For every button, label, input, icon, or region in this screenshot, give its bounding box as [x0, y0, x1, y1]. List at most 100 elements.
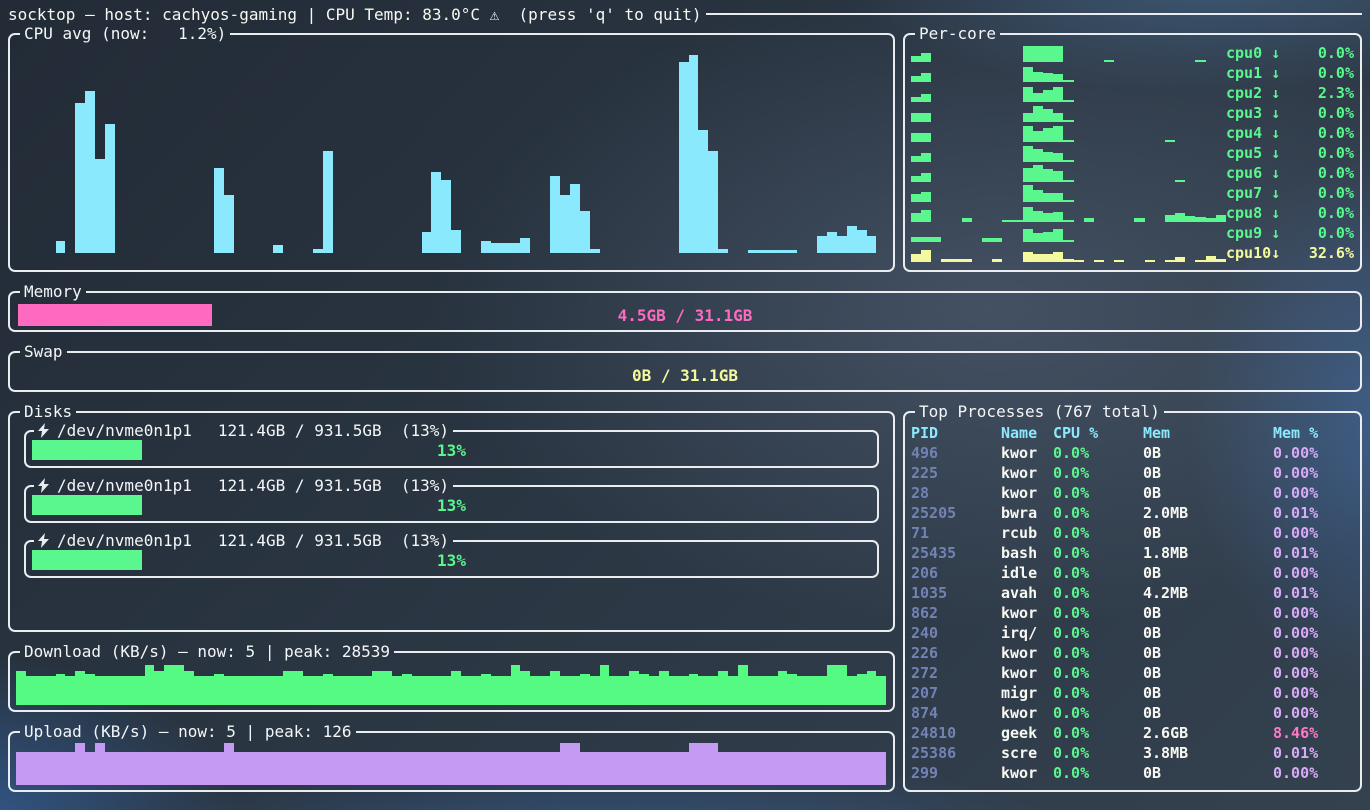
chart-bar	[728, 676, 738, 705]
chart-bar	[609, 752, 619, 785]
process-table: PID Name CPU % Mem Mem % 496kwor0.0%0B0.…	[911, 423, 1354, 783]
process-cpu: 0.0%	[1053, 603, 1143, 623]
chart-bar	[619, 752, 629, 785]
disk-gauge-title: /dev/nvme0n1p1121.4GB / 931.5GB (13%)	[34, 476, 453, 495]
chart-bar	[1216, 259, 1226, 262]
core-row: cpu0 ↓0.0%	[911, 43, 1354, 63]
core-sparkline	[911, 103, 1226, 123]
chart-bar	[698, 676, 708, 705]
core-row: cpu7 ↓0.0%	[911, 183, 1354, 203]
core-sparkline	[911, 243, 1226, 263]
process-pid: 25205	[911, 503, 1001, 523]
chart-bar	[174, 752, 184, 785]
chart-bar	[154, 752, 164, 785]
process-mem-pct: 0.01%	[1273, 543, 1354, 563]
core-name: cpu1 ↓	[1226, 64, 1280, 82]
chart-bar	[550, 671, 560, 705]
col-mem: Mem	[1143, 423, 1273, 443]
chart-bar	[1063, 200, 1073, 202]
chart-bar	[1053, 46, 1063, 62]
chart-bar	[253, 752, 263, 785]
memory-title: Memory	[20, 282, 86, 301]
chart-bar	[580, 674, 590, 705]
chart-bar	[600, 665, 610, 705]
process-name: kwor	[1001, 763, 1053, 783]
col-pid: PID	[911, 423, 1001, 443]
process-row: 226kwor0.0%0B0.00%	[911, 643, 1354, 663]
chart-bar	[669, 676, 679, 705]
chart-bar	[56, 674, 66, 705]
chart-bar	[921, 53, 931, 63]
chart-bar	[1185, 216, 1195, 222]
chart-bar	[1023, 252, 1033, 262]
chart-bar	[847, 676, 857, 705]
chart-bar	[234, 676, 244, 705]
chart-bar	[431, 676, 441, 705]
chart-bar	[718, 671, 728, 705]
process-mem: 0B	[1143, 563, 1273, 583]
chart-bar	[1033, 131, 1043, 142]
chart-bar	[1033, 190, 1043, 202]
swap-panel: Swap 0B / 31.1GB	[8, 342, 1362, 392]
chart-bar	[36, 752, 46, 785]
chart-bar	[412, 752, 422, 785]
chart-bar	[1165, 140, 1175, 142]
chart-bar	[313, 249, 323, 253]
chart-bar	[253, 676, 263, 705]
process-row: 496kwor0.0%0B0.00%	[911, 443, 1354, 463]
process-pid: 71	[911, 523, 1001, 543]
chart-bar	[323, 674, 333, 705]
process-cpu: 0.0%	[1053, 583, 1143, 603]
chart-bar	[382, 671, 392, 705]
process-mem: 1.8MB	[1143, 543, 1273, 563]
process-table-header: PID Name CPU % Mem Mem %	[911, 423, 1354, 443]
core-usage-value: 0.0%	[1318, 124, 1354, 142]
disk-bar-track: 13%	[30, 495, 873, 517]
chart-bar	[422, 676, 432, 705]
process-name: kwor	[1001, 663, 1053, 683]
chart-bar	[65, 752, 75, 785]
chart-bar	[629, 752, 639, 785]
chart-bar	[26, 676, 36, 705]
chart-bar	[911, 76, 921, 82]
core-name: cpu3 ↓	[1226, 104, 1280, 122]
chart-bar	[224, 195, 234, 253]
chart-bar	[1033, 93, 1043, 103]
chart-bar	[95, 676, 105, 705]
chart-bar	[491, 752, 501, 785]
chart-bar	[1043, 213, 1053, 223]
chart-bar	[511, 752, 521, 785]
process-mem: 0B	[1143, 523, 1273, 543]
process-row: 25435bash0.0%1.8MB0.01%	[911, 543, 1354, 563]
chart-bar	[827, 232, 837, 253]
chart-bar	[867, 752, 877, 785]
chart-bar	[911, 176, 921, 182]
chart-bar	[333, 676, 343, 705]
process-mem-pct: 0.00%	[1273, 603, 1354, 623]
chart-bar	[431, 752, 441, 785]
chart-bar	[164, 752, 174, 785]
process-mem-pct: 0.00%	[1273, 623, 1354, 643]
chart-bar	[847, 226, 857, 253]
chart-bar	[708, 676, 718, 705]
per-core-panel: Per-core cpu0 ↓0.0%cpu1 ↓0.0%cpu2 ↓2.3%c…	[903, 24, 1362, 272]
chart-bar	[540, 752, 550, 785]
process-row: 299kwor0.0%0B0.00%	[911, 763, 1354, 783]
chart-bar	[817, 752, 827, 785]
chart-bar	[263, 752, 273, 785]
chart-bar	[1175, 180, 1185, 182]
process-pid: 862	[911, 603, 1001, 623]
chart-bar	[194, 752, 204, 785]
chart-bar	[501, 243, 511, 253]
chart-bar	[214, 168, 224, 253]
chart-bar	[952, 259, 962, 262]
chart-bar	[283, 671, 293, 705]
processes-panel: Top Processes (767 total) PID Name CPU %…	[903, 402, 1362, 792]
chart-bar	[511, 665, 521, 705]
process-cpu: 0.0%	[1053, 763, 1143, 783]
core-label: cpu4 ↓0.0%	[1226, 123, 1354, 143]
chart-bar	[184, 671, 194, 705]
chart-bar	[135, 676, 145, 705]
process-row: 874kwor0.0%0B0.00%	[911, 703, 1354, 723]
chart-bar	[372, 671, 382, 705]
